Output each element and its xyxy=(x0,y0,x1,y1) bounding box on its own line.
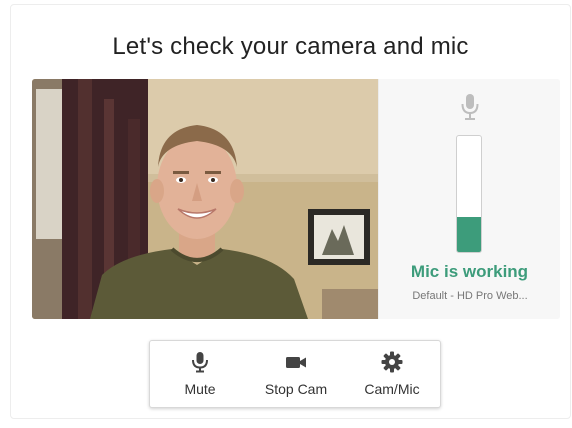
stop-cam-button[interactable]: Stop Cam xyxy=(250,341,342,407)
media-controls-toolbar: Mute Stop Cam Cam/Mic xyxy=(149,340,441,408)
camera-mic-check-card: Let's check your camera and mic Mic is w… xyxy=(10,4,571,419)
microphone-icon xyxy=(460,93,480,121)
mic-check-panel: Mic is working Default - HD Pro Web... xyxy=(378,79,560,319)
camera-preview xyxy=(32,79,378,319)
mic-level-meter xyxy=(456,135,482,253)
stop-cam-button-label: Stop Cam xyxy=(264,381,328,397)
mic-device-name: Default - HD Pro Web... xyxy=(412,290,528,302)
microphone-icon xyxy=(189,351,211,373)
preview-area: Mic is working Default - HD Pro Web... xyxy=(32,79,560,319)
page-title: Let's check your camera and mic xyxy=(112,33,469,60)
mute-button[interactable]: Mute xyxy=(154,341,246,407)
video-camera-icon xyxy=(285,351,307,373)
cam-mic-settings-button[interactable]: Cam/Mic xyxy=(346,341,438,407)
mute-button-label: Mute xyxy=(184,381,216,397)
mic-status-text: Mic is working xyxy=(410,262,529,281)
camera-feed-image xyxy=(32,79,378,319)
mic-level-fill xyxy=(457,217,481,252)
gear-icon xyxy=(381,351,403,373)
cam-mic-button-label: Cam/Mic xyxy=(364,381,420,397)
